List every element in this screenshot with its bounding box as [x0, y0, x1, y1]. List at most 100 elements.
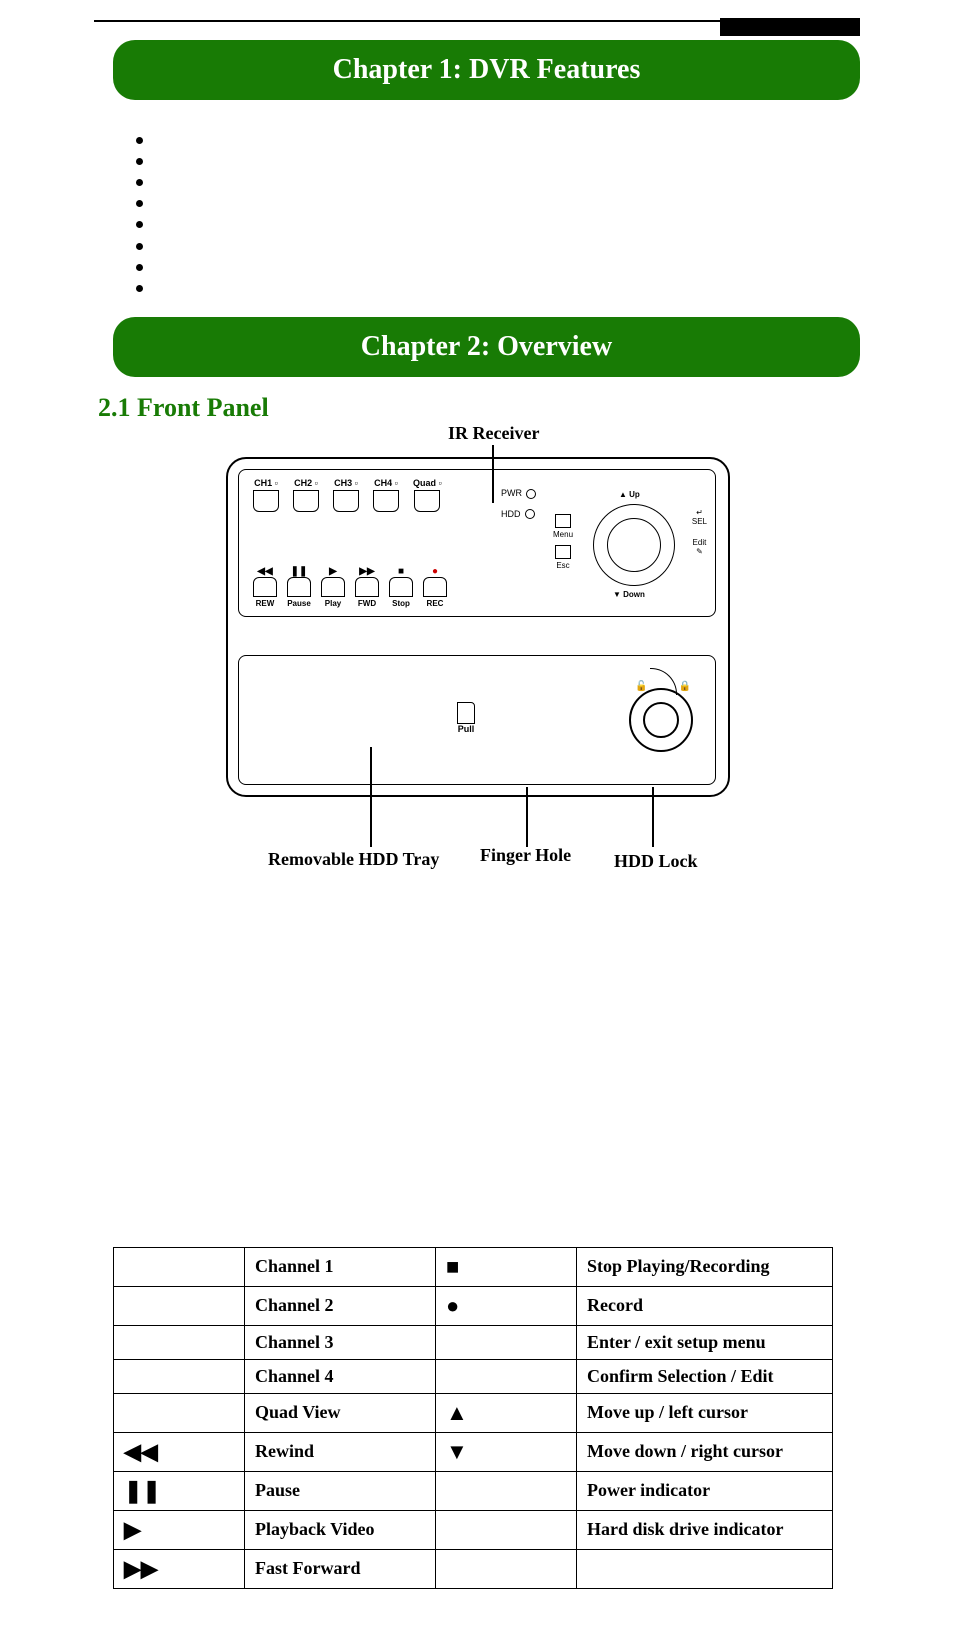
legend-right-icon — [436, 1510, 577, 1549]
legend-left-icon: ◀◀ — [114, 1432, 245, 1471]
control-button-stop: ■Stop — [389, 566, 413, 608]
pwr-led-icon — [526, 489, 536, 499]
table-row: ▶Playback VideoHard disk drive indicator — [114, 1510, 833, 1549]
legend-left-desc: Channel 3 — [245, 1325, 436, 1359]
header-rule — [94, 20, 860, 36]
control-button-fwd: ▶▶FWD — [355, 566, 379, 608]
bullet-item — [156, 130, 954, 151]
legend-left-icon — [114, 1325, 245, 1359]
feature-bullet-list — [0, 130, 954, 299]
lower-panel: Pull 🔓 🔒 — [238, 655, 716, 785]
esc-label: Esc — [553, 561, 573, 570]
legend-left-icon — [114, 1393, 245, 1432]
legend-right-desc: Hard disk drive indicator — [577, 1510, 833, 1549]
sel-edit-column: ↵SEL Edit✎ — [692, 508, 707, 568]
callout-finger-hole: Finger Hole — [480, 845, 571, 866]
legend-left-desc: Fast Forward — [245, 1549, 436, 1588]
legend-right-icon: ▼ — [436, 1432, 577, 1471]
bullet-item — [156, 214, 954, 235]
bullet-item — [156, 278, 954, 299]
legend-left-icon — [114, 1286, 245, 1325]
control-button-rew: ◀◀REW — [253, 566, 277, 608]
callout-hdd-lock: HDD Lock — [614, 851, 698, 872]
table-row: Channel 3 Enter / exit setup menu — [114, 1325, 833, 1359]
legend-left-desc: Quad View — [245, 1393, 436, 1432]
bullet-item — [156, 151, 954, 172]
legend-right-icon: ● — [436, 1286, 577, 1325]
chapter-1-banner: Chapter 1: DVR Features — [113, 40, 860, 100]
callout-line — [370, 747, 372, 847]
legend-right-desc: Power indicator — [577, 1471, 833, 1510]
legend-right-icon — [436, 1549, 577, 1588]
channel-button-4: CH4 ▫ — [373, 478, 399, 512]
dpad: ▲ Up ▼ Down — [583, 494, 683, 594]
legend-left-desc: Channel 2 — [245, 1286, 436, 1325]
table-row: ▶▶Fast Forward — [114, 1549, 833, 1588]
pull-icon — [457, 702, 475, 724]
callout-line — [526, 787, 528, 847]
section-2-1-heading: 2.1 Front Panel — [0, 393, 954, 423]
bullet-item — [156, 257, 954, 278]
control-button-pause: ❚❚Pause — [287, 566, 311, 608]
table-row: ◀◀Rewind▼Move down / right cursor — [114, 1432, 833, 1471]
menu-esc-column: Menu Esc — [553, 514, 573, 570]
legend-right-icon — [436, 1359, 577, 1393]
legend-right-desc: Stop Playing/Recording — [577, 1247, 833, 1286]
edit-label: Edit — [693, 538, 707, 547]
lock-icon: 🔒 — [679, 681, 691, 692]
esc-icon — [555, 545, 571, 559]
bullet-item — [156, 236, 954, 257]
legend-left-desc: Rewind — [245, 1432, 436, 1471]
legend-left-icon — [114, 1359, 245, 1393]
legend-right-desc: Confirm Selection / Edit — [577, 1359, 833, 1393]
control-button-rec: ●REC — [423, 566, 447, 608]
legend-left-icon: ▶ — [114, 1510, 245, 1549]
callout-line — [652, 787, 654, 847]
channel-button-1: CH1 ▫ — [253, 478, 279, 512]
dpad-down-label: ▼ Down — [613, 590, 645, 599]
legend-right-icon — [436, 1325, 577, 1359]
callout-ir-receiver: IR Receiver — [448, 423, 539, 444]
menu-label: Menu — [553, 530, 573, 539]
legend-right-desc: Record — [577, 1286, 833, 1325]
legend-left-icon — [114, 1247, 245, 1286]
legend-right-icon — [436, 1471, 577, 1510]
hdd-led-icon — [525, 509, 535, 519]
table-row: Channel 4 Confirm Selection / Edit — [114, 1359, 833, 1393]
channel-button-5: Quad ▫ — [413, 478, 442, 512]
bullet-item — [156, 193, 954, 214]
legend-right-desc: Move down / right cursor — [577, 1432, 833, 1471]
callout-removable-hdd-tray: Removable HDD Tray — [268, 849, 439, 870]
sel-label: SEL — [692, 517, 707, 526]
legend-left-desc: Channel 1 — [245, 1247, 436, 1286]
chapter-2-banner: Chapter 2: Overview — [113, 317, 860, 377]
legend-left-icon: ▶▶ — [114, 1549, 245, 1588]
dpad-ring-inner — [607, 518, 661, 572]
legend-right-desc: Enter / exit setup menu — [577, 1325, 833, 1359]
legend-right-icon: ■ — [436, 1247, 577, 1286]
dpad-up-label: ▲ Up — [619, 490, 640, 499]
control-button-play: ▶Play — [321, 566, 345, 608]
legend-left-icon: ❚❚ — [114, 1471, 245, 1510]
table-row: Quad View▲Move up / left cursor — [114, 1393, 833, 1432]
bullet-item — [156, 172, 954, 193]
pwr-led-label: PWR — [501, 488, 522, 498]
legend-right-desc: Move up / left cursor — [577, 1393, 833, 1432]
hdd-lock-knob — [629, 688, 693, 752]
legend-right-desc — [577, 1549, 833, 1588]
menu-icon — [555, 514, 571, 528]
pull-finger-hole: Pull — [457, 702, 475, 734]
pull-label: Pull — [458, 724, 475, 734]
upper-panel: CH1 ▫ CH2 ▫ CH3 ▫ CH4 ▫ Quad ▫ ◀◀REW ❚❚Pause ▶… — [238, 469, 716, 617]
table-row: Channel 2●Record — [114, 1286, 833, 1325]
unlock-icon: 🔓 — [635, 681, 647, 692]
channel-button-2: CH2 ▫ — [293, 478, 319, 512]
legend-right-icon: ▲ — [436, 1393, 577, 1432]
channel-button-3: CH3 ▫ — [333, 478, 359, 512]
table-row: ❚❚Pause Power indicator — [114, 1471, 833, 1510]
hdd-led-label: HDD — [501, 509, 521, 519]
button-legend-table: Channel 1■Stop Playing/RecordingChannel … — [113, 1247, 833, 1589]
legend-left-desc: Pause — [245, 1471, 436, 1510]
dvr-front-panel-diagram: CH1 ▫ CH2 ▫ CH3 ▫ CH4 ▫ Quad ▫ ◀◀REW ❚❚Pause ▶… — [226, 457, 730, 797]
legend-left-desc: Channel 4 — [245, 1359, 436, 1393]
